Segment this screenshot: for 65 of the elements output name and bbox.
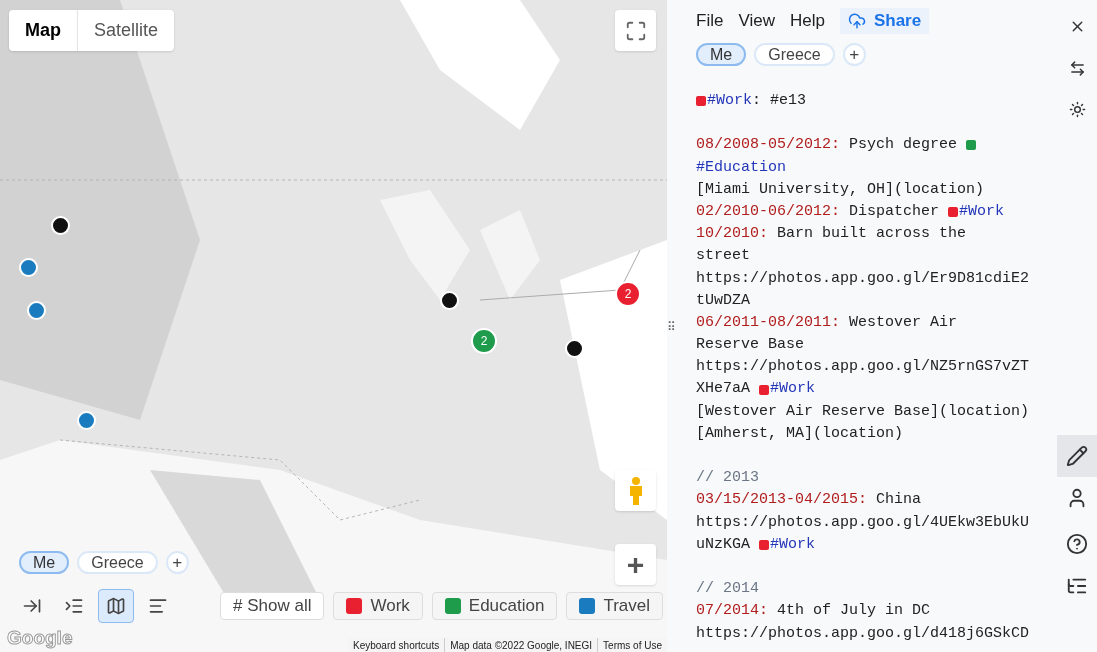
comment-text: // 2013: [696, 468, 759, 489]
map-footer-link[interactable]: Map data ©2022 Google, INEGI: [444, 637, 598, 652]
editor-text: [Westover Air Reserve Base](location): [696, 401, 1030, 422]
add-tab-button[interactable]: +: [842, 43, 866, 66]
filter-chip[interactable]: Travel: [566, 592, 664, 620]
timeline-tab[interactable]: Me: [696, 43, 747, 66]
collapse-icon: [22, 596, 42, 616]
swap-icon: [1068, 59, 1086, 77]
cloud-upload-icon: [847, 12, 866, 30]
drag-handle[interactable]: ⠿: [667, 318, 676, 336]
zoom-in-button[interactable]: +: [615, 544, 656, 585]
tag-text[interactable]: #Work: [770, 533, 816, 556]
tag-text[interactable]: #Education: [696, 156, 786, 179]
fullscreen-icon: [624, 19, 647, 42]
sun-icon: [1068, 100, 1086, 118]
date-text: 03/15/2013-04/2015:: [696, 490, 868, 511]
date-text: 10/2010:: [696, 224, 768, 245]
pencil-icon: [1066, 445, 1088, 467]
map-icon: [106, 596, 126, 616]
comment-text: // 2014: [696, 579, 759, 600]
share-button[interactable]: Share: [839, 8, 930, 34]
editor-text: XHe7aA: [696, 379, 751, 400]
timeline-tab[interactable]: Greece: [77, 551, 158, 574]
date-text: 06/2011-08/2011:: [696, 312, 841, 333]
map-footer-link[interactable]: Keyboard shortcuts: [348, 637, 445, 652]
filter-chip[interactable]: # Show all: [220, 592, 325, 620]
outline-icon: [64, 596, 84, 616]
editor-text: Psych degree: [848, 135, 959, 156]
editor-text: tUwDZA: [696, 290, 750, 311]
tag-text[interactable]: #Work: [959, 200, 1005, 224]
tag-text[interactable]: #Work: [707, 90, 752, 113]
editor-text: : #e13: [752, 91, 807, 111]
editor-text: https://photos.app.goo.gl/Er9D81cdiE2: [696, 268, 1030, 289]
editor-text: [Miami University, OH](location): [696, 179, 985, 200]
date-text: 08/2008-05/2012:: [696, 135, 841, 156]
map-type-tab[interactable]: Satellite: [77, 10, 175, 51]
editor-text: street: [696, 246, 750, 267]
editor-text: Barn built across the: [776, 224, 967, 245]
google-logo: Google: [7, 628, 73, 647]
help-icon: [1066, 533, 1088, 555]
timeline-tab[interactable]: Greece: [754, 43, 835, 66]
filter-chip[interactable]: Education: [431, 592, 558, 620]
filter-chip[interactable]: Work: [333, 592, 423, 620]
menu-item[interactable]: Help: [789, 8, 825, 34]
timeline-tab[interactable]: Me: [19, 551, 70, 574]
editor-text: China: [875, 490, 922, 511]
date-text: 07/2014:: [696, 601, 768, 622]
text-align-icon: [148, 596, 168, 616]
map-type-tab[interactable]: Map: [9, 10, 77, 51]
editor-text: uNzKGA: [696, 534, 751, 555]
editor-text: Dispatcher: [848, 201, 941, 222]
fullscreen-button[interactable]: [615, 10, 656, 51]
editor-text: https://photos.app.goo.gl/NZ5rnGS7vZT: [696, 357, 1030, 378]
editor-text: 4th of July in DC: [776, 601, 931, 622]
menu-item[interactable]: File: [696, 8, 724, 34]
side-tool-button[interactable]: [1057, 435, 1097, 477]
menu-item[interactable]: View: [738, 8, 775, 34]
editor-text: https://photos.app.goo.gl/d418j6GSkCD: [696, 623, 1030, 644]
editor-text: Reserve Base: [696, 335, 805, 356]
editor-text: [Amherst, MA](location): [696, 423, 904, 444]
tag-text[interactable]: #Work: [770, 378, 816, 401]
editor-text: Westover Air: [848, 312, 958, 333]
editor-text: https://photos.app.goo.gl/4UEkw3EbUkU: [696, 512, 1030, 533]
date-text: 02/2010-06/2012:: [696, 201, 841, 222]
view-button[interactable]: [98, 589, 134, 623]
